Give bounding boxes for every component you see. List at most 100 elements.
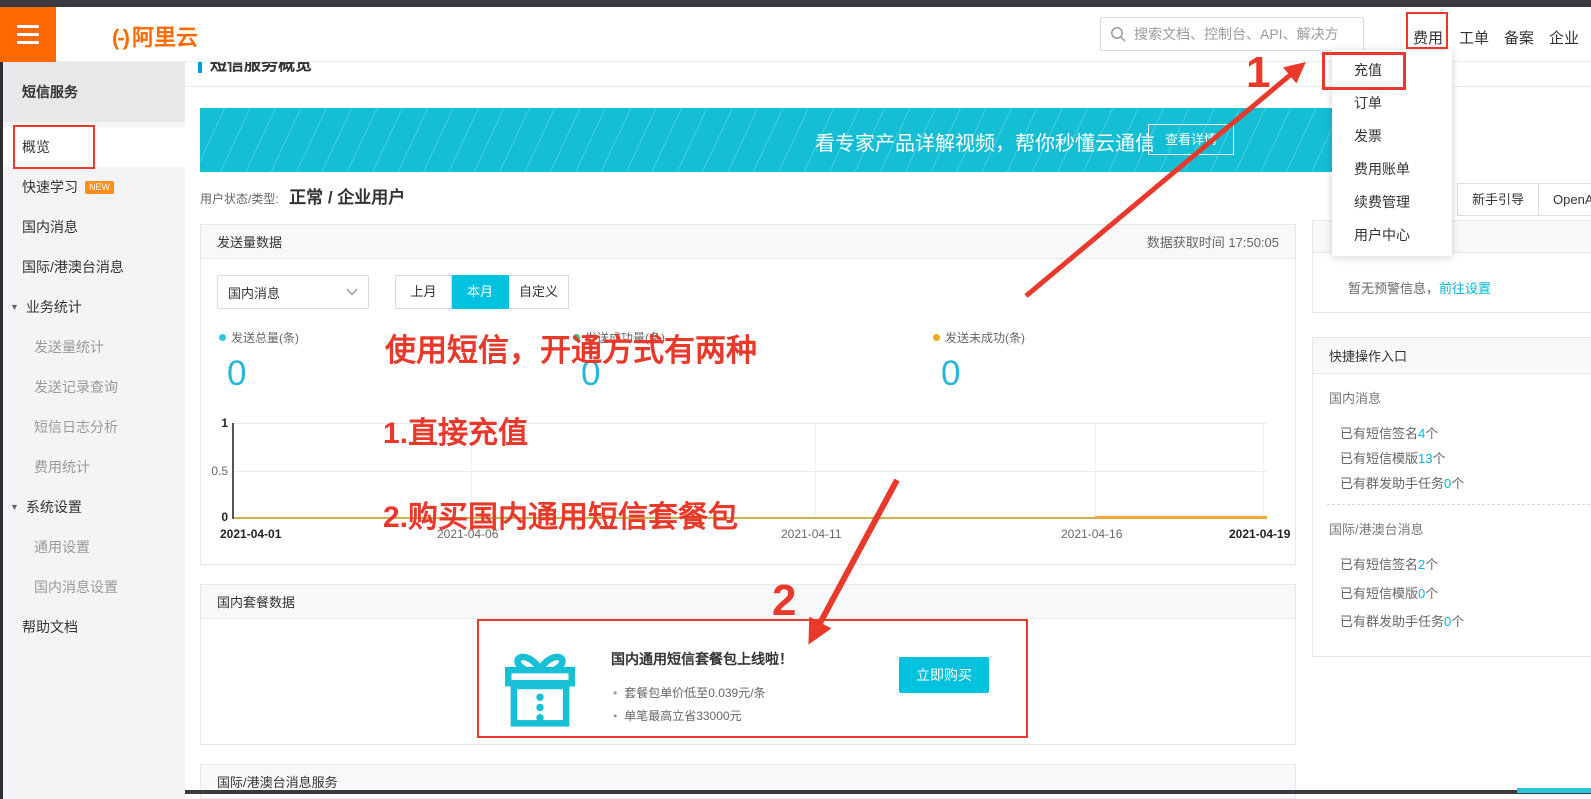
stat-total-sent: 发送总量(条) 0: [219, 329, 299, 394]
search-input[interactable]: [1100, 17, 1364, 51]
gift-icon: [498, 644, 582, 728]
alert-settings-link[interactable]: 前往设置: [1439, 281, 1491, 296]
nav-icp[interactable]: 备案: [1504, 27, 1534, 48]
sidebar-group-system-settings[interactable]: ▼系统设置: [0, 487, 185, 527]
x-tick: 2021-04-19: [1229, 527, 1290, 541]
menu-item-user-center[interactable]: 用户中心: [1332, 219, 1452, 252]
sidebar-item-help-docs[interactable]: 帮助文档: [0, 607, 185, 647]
legend-dot-orange: [933, 334, 940, 341]
sidebar-item-intl-msg[interactable]: 国际/港澳台消息: [0, 247, 185, 287]
gridline: [1095, 423, 1096, 519]
sidebar-item-send-record-query[interactable]: 发送记录查询: [0, 367, 185, 407]
sidebar-item-sms-log-analysis[interactable]: 短信日志分析: [0, 407, 185, 447]
x-tick: 2021-04-16: [1061, 527, 1122, 541]
menu-item-renewal[interactable]: 续费管理: [1332, 186, 1452, 219]
legend-dot-cyan: [219, 334, 226, 341]
sidebar-item-domestic-msg-settings[interactable]: 国内消息设置: [0, 567, 185, 607]
alert-message: 暂无预警信息，前往设置: [1348, 278, 1491, 297]
send-volume-panel: 发送量数据 数据获取时间 17:50:05 国内消息 上月 本月 自定义 发送总…: [200, 224, 1296, 565]
aliyun-logo[interactable]: (-)阿里云: [112, 20, 198, 52]
sidebar-group-business-stats[interactable]: ▼业务统计: [0, 287, 185, 327]
user-status-label: 用户状态/类型:: [200, 192, 279, 206]
sidebar-item-quick-learn[interactable]: 快速学习NEW: [0, 167, 185, 207]
billing-dropdown-menu: 充值 订单 发票 费用账单 续费管理 用户中心: [1332, 50, 1452, 256]
series-line-failed: [1095, 516, 1267, 519]
new-badge: NEW: [85, 181, 114, 194]
hamburger-icon: [17, 25, 39, 28]
menu-item-orders[interactable]: 订单: [1332, 87, 1452, 120]
annotation-step1-note: 1.直接充值: [383, 408, 528, 452]
tab-this-month[interactable]: 本月: [452, 275, 509, 309]
quick-section-intl: 国际/港澳台消息: [1329, 519, 1424, 538]
nav-enterprise[interactable]: 企业: [1549, 27, 1579, 48]
gridline: [1263, 423, 1264, 519]
data-fetch-time: 数据获取时间 17:50:05: [1147, 232, 1279, 251]
channel-select[interactable]: 国内消息: [217, 275, 369, 309]
y-tick: 0.5: [202, 464, 228, 478]
promo-title: 国内通用短信套餐包上线啦！: [611, 649, 793, 669]
sidebar-item-send-volume-stats[interactable]: 发送量统计: [0, 327, 185, 367]
caret-down-icon: ▼: [10, 502, 19, 512]
promo-banner: 看专家产品详解视频，帮你秒懂云通信 查看详情: [200, 108, 1430, 172]
menu-item-bills[interactable]: 费用账单: [1332, 153, 1452, 186]
quick-link-signatures[interactable]: 已有短信签名4个: [1340, 423, 1438, 442]
newbie-guide-button[interactable]: 新手引导: [1457, 183, 1539, 216]
quick-actions-card: 快捷操作入口 国内消息 已有短信签名4个 已有短信模版13个 已有群发助手任务0…: [1312, 337, 1591, 657]
hamburger-menu-button[interactable]: [0, 7, 56, 62]
search-input-field[interactable]: [1134, 26, 1354, 42]
y-tick: 1: [202, 416, 228, 430]
window-top-edge: [0, 0, 1591, 7]
sidebar-item-overview[interactable]: 概览: [0, 127, 185, 167]
x-tick: 2021-04-01: [220, 527, 281, 541]
aliyun-logo-text: 阿里云: [132, 25, 198, 50]
menu-item-invoice[interactable]: 发票: [1332, 120, 1452, 153]
caret-down-icon: ▼: [10, 302, 19, 312]
stat-failed-sent-value: 0: [941, 354, 1025, 394]
quick-link-templates[interactable]: 已有短信模版13个: [1340, 448, 1446, 467]
openapi-button[interactable]: OpenA: [1539, 183, 1591, 216]
quick-link-batch-tasks[interactable]: 已有群发助手任务0个: [1340, 473, 1464, 492]
clipped-cyan-element: [1517, 788, 1591, 793]
search-icon: [1110, 26, 1126, 42]
stat-total-sent-value: 0: [227, 354, 299, 394]
aliyun-logo-mark: (-): [112, 25, 128, 50]
banner-detail-button[interactable]: 查看详情: [1148, 124, 1234, 155]
domestic-package-panel: 国内套餐数据 国内通用短信套餐包上线啦！ 套餐包单价低至0.039元/条 单笔最…: [200, 584, 1296, 745]
quick-link-batch-tasks-intl[interactable]: 已有群发助手任务0个: [1340, 611, 1464, 630]
gridline: [234, 471, 1266, 472]
user-status-value: 正常 / 企业用户: [289, 188, 405, 207]
window-bottom-edge: [185, 790, 1591, 794]
menu-item-recharge[interactable]: 充值: [1332, 54, 1452, 87]
annotation-step2-note: 2.购买国内通用短信套餐包: [383, 492, 738, 536]
gridline: [815, 423, 816, 519]
promo-bullet: 套餐包单价低至0.039元/条: [613, 684, 766, 701]
tab-last-month[interactable]: 上月: [395, 275, 452, 309]
header-button-group: 新手引导 OpenA: [1457, 183, 1591, 216]
sidebar-item-domestic-msg[interactable]: 国内消息: [0, 207, 185, 247]
sidebar: 短信服务 概览 快速学习NEW 国内消息 国际/港澳台消息 ▼业务统计 发送量统…: [0, 62, 185, 799]
stat-failed-sent: 发送未成功(条) 0: [933, 329, 1025, 394]
chevron-down-icon: [346, 288, 358, 296]
intl-panel-title: 国际/港澳台消息服务: [217, 772, 338, 791]
quick-link-templates-intl[interactable]: 已有短信模版0个: [1340, 583, 1438, 602]
x-tick: 2021-04-11: [781, 527, 842, 541]
dashed-divider: [1327, 504, 1591, 505]
nav-tickets[interactable]: 工单: [1459, 27, 1489, 48]
annotation-digit-2: 2: [772, 576, 796, 626]
sidebar-item-cost-stats[interactable]: 费用统计: [0, 447, 185, 487]
send-panel-title: 发送量数据: [217, 232, 282, 251]
tab-custom[interactable]: 自定义: [509, 275, 569, 309]
sidebar-item-general-settings[interactable]: 通用设置: [0, 527, 185, 567]
buy-now-button[interactable]: 立即购买: [899, 657, 989, 693]
period-tabs: 上月 本月 自定义: [395, 275, 569, 309]
y-tick: 0: [202, 510, 228, 524]
user-status: 用户状态/类型: 正常 / 企业用户: [200, 183, 405, 208]
package-panel-title: 国内套餐数据: [217, 592, 295, 611]
quick-link-signatures-intl[interactable]: 已有短信签名2个: [1340, 554, 1438, 573]
window-left-edge: [0, 62, 3, 799]
quick-section-domestic: 国内消息: [1329, 388, 1381, 407]
annotation-digit-1: 1: [1246, 48, 1270, 98]
nav-billing[interactable]: 费用: [1413, 27, 1443, 48]
annotation-main-note: 使用短信，开通方式有两种: [385, 325, 757, 370]
promo-bullet: 单笔最高立省33000元: [613, 707, 742, 724]
